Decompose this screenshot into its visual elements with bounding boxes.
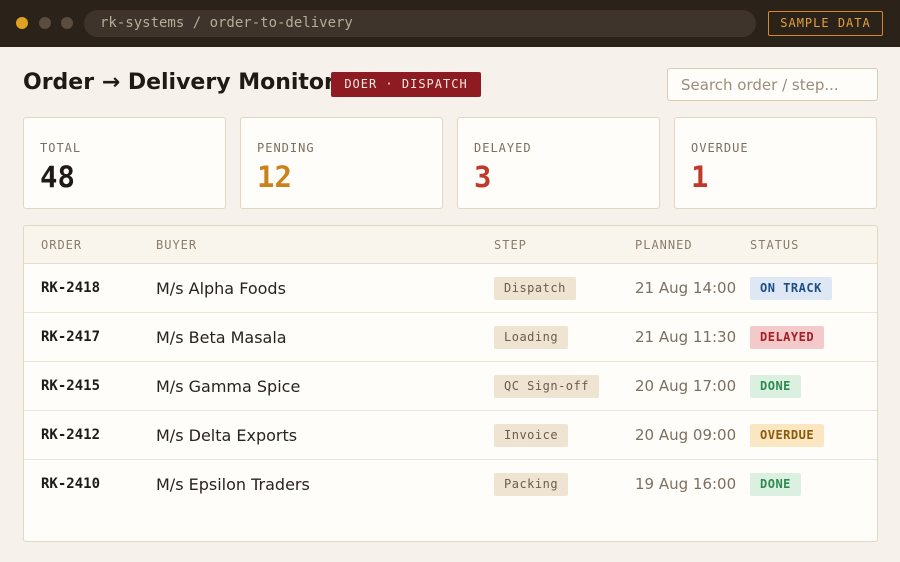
- status-badge: DONE: [750, 473, 801, 496]
- table-row[interactable]: RK-2412 M/s Delta Exports Invoice 20 Aug…: [24, 411, 877, 460]
- order-id[interactable]: RK-2418: [41, 280, 100, 296]
- stat-card-delayed: DELAYED 3: [457, 117, 660, 209]
- table-header: ORDER BUYER STEP PLANNED STATUS: [24, 226, 877, 264]
- step-tag: Loading: [494, 326, 569, 349]
- role-badge: DOER · DISPATCH: [331, 72, 481, 97]
- planned-time: 20 Aug 09:00: [635, 426, 737, 444]
- stat-value: 48: [40, 160, 75, 194]
- column-header-buyer[interactable]: BUYER: [156, 238, 197, 252]
- buyer-name: M/s Delta Exports: [156, 426, 298, 445]
- status-badge: OVERDUE: [750, 424, 825, 447]
- step-tag: Dispatch: [494, 277, 576, 300]
- table-row[interactable]: RK-2415 M/s Gamma Spice QC Sign-off 20 A…: [24, 362, 877, 411]
- column-header-step[interactable]: STEP: [494, 238, 527, 252]
- planned-time: 19 Aug 16:00: [635, 475, 737, 493]
- planned-time: 21 Aug 14:00: [635, 279, 737, 297]
- step-tag: QC Sign-off: [494, 375, 599, 398]
- status-badge: DONE: [750, 375, 801, 398]
- column-header-status[interactable]: STATUS: [750, 238, 799, 252]
- column-header-order[interactable]: ORDER: [41, 238, 82, 252]
- stat-label: OVERDUE: [691, 141, 749, 155]
- step-tag: Packing: [494, 473, 569, 496]
- stat-card-overdue: OVERDUE 1: [674, 117, 877, 209]
- minimize-window-dot[interactable]: [39, 17, 51, 29]
- page-title: Order → Delivery Monitor: [23, 70, 335, 95]
- order-id[interactable]: RK-2417: [41, 329, 100, 345]
- stat-value: 3: [474, 160, 492, 194]
- table-row[interactable]: RK-2417 M/s Beta Masala Loading 21 Aug 1…: [24, 313, 877, 362]
- stat-value: 12: [257, 160, 292, 194]
- table-row[interactable]: RK-2418 M/s Alpha Foods Dispatch 21 Aug …: [24, 264, 877, 313]
- planned-time: 20 Aug 17:00: [635, 377, 737, 395]
- order-id[interactable]: RK-2415: [41, 378, 100, 394]
- buyer-name: M/s Gamma Spice: [156, 377, 301, 396]
- stat-card-pending: PENDING 12: [240, 117, 443, 209]
- planned-time: 21 Aug 11:30: [635, 328, 737, 346]
- stat-label: PENDING: [257, 141, 315, 155]
- stat-value: 1: [691, 160, 709, 194]
- search-input[interactable]: [667, 68, 878, 101]
- status-badge: ON TRACK: [750, 277, 832, 300]
- maximize-window-dot[interactable]: [61, 17, 73, 29]
- step-tag: Invoice: [494, 424, 569, 447]
- column-header-planned[interactable]: PLANNED: [635, 238, 693, 252]
- stat-label: TOTAL: [40, 141, 82, 155]
- close-window-dot[interactable]: [16, 17, 28, 29]
- stat-label: DELAYED: [474, 141, 532, 155]
- buyer-name: M/s Beta Masala: [156, 328, 287, 347]
- title-bar: rk-systems / order-to-delivery SAMPLE DA…: [0, 0, 900, 47]
- buyer-name: M/s Alpha Foods: [156, 279, 286, 298]
- orders-table: ORDER BUYER STEP PLANNED STATUS RK-2418 …: [23, 225, 878, 542]
- order-id[interactable]: RK-2410: [41, 476, 100, 492]
- status-badge: DELAYED: [750, 326, 825, 349]
- stat-card-total: TOTAL 48: [23, 117, 226, 209]
- table-row[interactable]: RK-2410 M/s Epsilon Traders Packing 19 A…: [24, 460, 877, 509]
- buyer-name: M/s Epsilon Traders: [156, 475, 310, 494]
- address-bar[interactable]: rk-systems / order-to-delivery: [84, 10, 756, 37]
- order-id[interactable]: RK-2412: [41, 427, 100, 443]
- sample-data-button[interactable]: SAMPLE DATA: [768, 11, 883, 36]
